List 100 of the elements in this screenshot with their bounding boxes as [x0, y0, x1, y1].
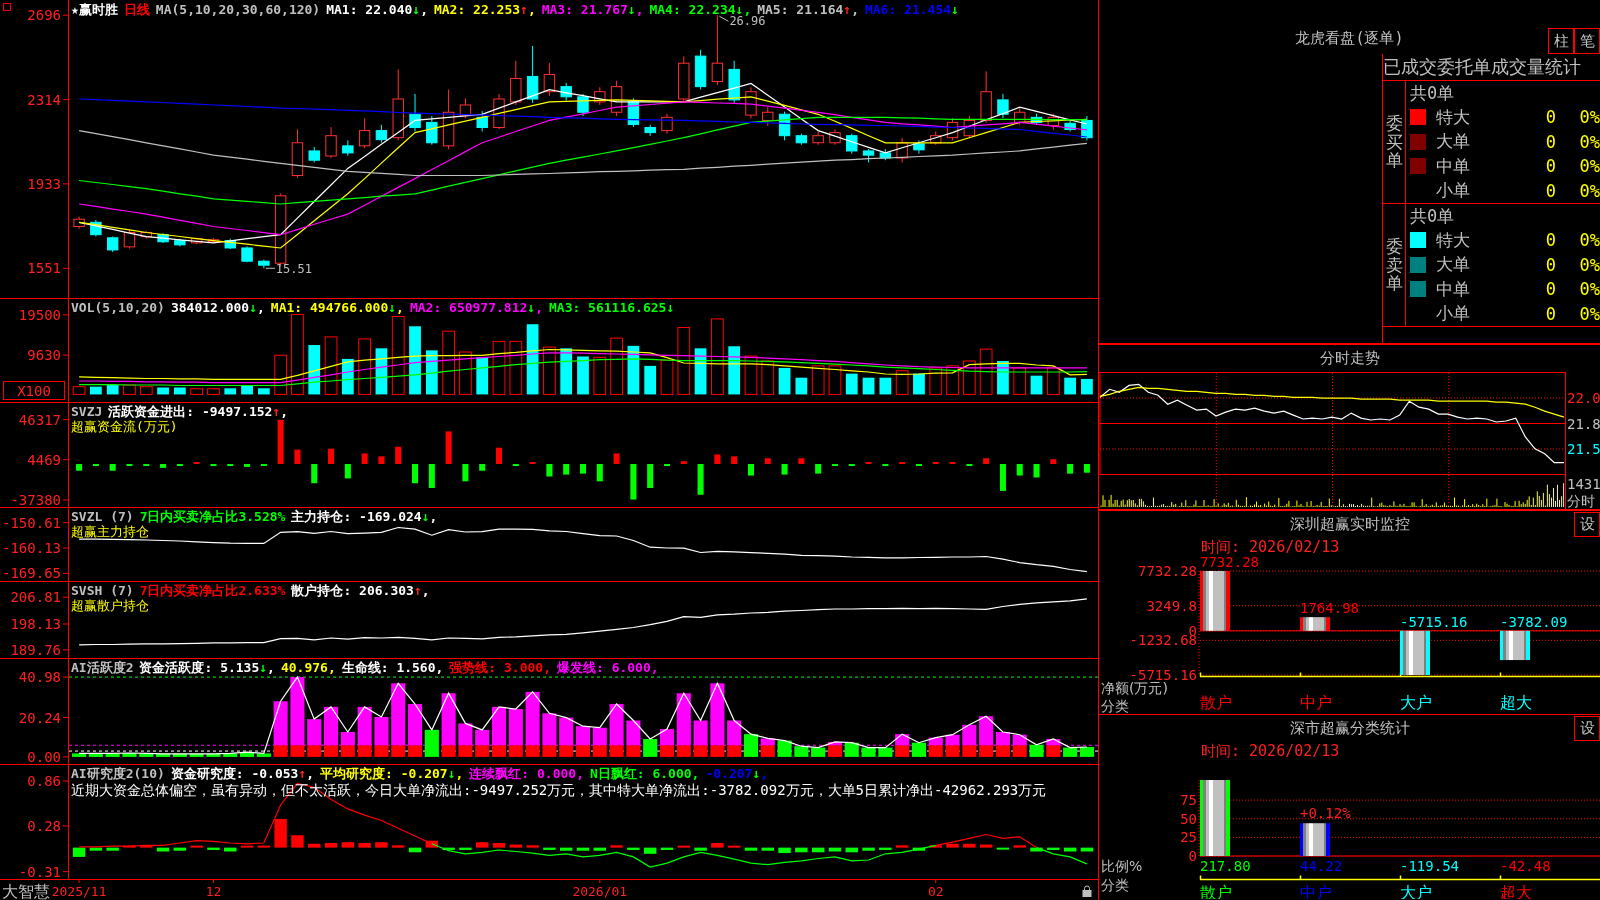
order-type: 特大: [1435, 105, 1471, 129]
volume-bar: [577, 356, 589, 395]
volume-label: 1431: [1567, 476, 1600, 492]
order-share: 0%: [1578, 180, 1600, 201]
indicator-label: 散户持仓: 206.303↑,: [291, 583, 430, 598]
research-bar: [912, 847, 926, 851]
axis-title: 比例%: [1101, 858, 1143, 874]
fund-flow-bar: [680, 461, 687, 465]
research-bar: [173, 847, 187, 851]
activity-bar: [1012, 734, 1027, 746]
research-bar: [610, 845, 623, 848]
candlestick: [560, 82, 572, 102]
candlestick: [1081, 115, 1093, 141]
fund-flow-bar: [126, 464, 133, 467]
volume-bar: [90, 386, 102, 395]
indicator-label: 7日内买卖净占比3.528%: [139, 509, 286, 524]
activity-bar: [1079, 747, 1094, 757]
candlestick: [224, 238, 236, 250]
volume-bar: [257, 388, 270, 395]
research-bar: [324, 843, 338, 848]
candlestick: [879, 148, 892, 161]
axis-label: 0.28: [27, 817, 61, 834]
candlestick: [1047, 113, 1060, 131]
table-title: 已成交委托单成交量统计: [1383, 56, 1581, 77]
volume-bar: [593, 356, 607, 395]
research-bar: [476, 842, 489, 848]
research-bar: [811, 847, 825, 853]
axis-label: 2314: [27, 91, 61, 108]
research-bar: [560, 847, 573, 851]
candlestick: [308, 146, 320, 163]
candlestick: [661, 113, 673, 135]
axis-label: -0.31: [18, 863, 61, 880]
volume-bar: [241, 385, 253, 395]
research-bar: [123, 845, 136, 848]
research-bar: [828, 847, 842, 852]
order-total: 共0单: [1410, 206, 1455, 226]
research-bar: [308, 843, 321, 848]
research-bar: [963, 843, 976, 848]
candlestick: [476, 110, 488, 132]
indicator-title: 超赢资金流(万元): [71, 419, 178, 434]
research-bar: [694, 847, 707, 851]
chart-annotation: +0.12%: [1300, 805, 1351, 822]
volume-bar: [224, 388, 237, 395]
fund-flow-bar: [596, 464, 603, 482]
activity-bar: [189, 753, 204, 757]
activity-bar: [861, 747, 876, 757]
volume-bar: [341, 358, 354, 395]
research-bar: [627, 847, 640, 850]
candlestick: [913, 139, 925, 155]
fund-flow-bar: [193, 462, 200, 465]
research-bar: [1063, 847, 1077, 852]
volume-bar: [139, 386, 153, 395]
candlestick: [778, 111, 791, 141]
indicator-label: 平均研究度: -0.207↓,: [320, 766, 464, 781]
research-bar: [140, 845, 153, 848]
time-label: 时间: 2026/02/13: [1201, 741, 1340, 761]
category-label: 中户: [1300, 693, 1332, 712]
activity-bar: [1063, 747, 1078, 757]
section-title: 分时走势: [1319, 349, 1380, 368]
indicator-label: 强势线: 3.000,: [449, 660, 551, 675]
research-bar: [358, 843, 371, 848]
category-bar: [1200, 571, 1230, 631]
volume-bar: [409, 326, 421, 395]
settings-button[interactable]: 设: [1574, 715, 1600, 741]
candlestick: [73, 216, 85, 230]
indicator-label: 主力持仓: -169.024↓,: [291, 509, 438, 524]
volume-bar: [560, 348, 573, 395]
indicator-label: MA1: 22.040↓,: [326, 2, 428, 17]
research-bar: [929, 845, 942, 848]
axis-label: 75: [1180, 792, 1197, 809]
candlestick: [980, 70, 992, 124]
axis-label: 46317: [18, 411, 61, 428]
axis-label: 0.00: [27, 748, 61, 765]
research-bar: [72, 847, 86, 857]
order-share: 0%: [1578, 254, 1600, 275]
volume-bar: [72, 386, 86, 395]
fund-flow-bar: [714, 454, 721, 465]
volume-bar: [610, 337, 623, 395]
fund-flow-bar: [663, 464, 670, 467]
volume-bar: [1030, 375, 1043, 395]
candlestick: [930, 131, 942, 146]
chart-annotation: -42.48: [1500, 858, 1551, 874]
axis-label: 40.98: [18, 669, 61, 686]
fund-flow-bar: [412, 464, 419, 484]
order-type: 大单: [1435, 253, 1471, 277]
settings-button[interactable]: 设: [1574, 511, 1600, 537]
research-bar: [392, 845, 405, 848]
volume-bar: [492, 340, 506, 395]
volume-bar: [190, 388, 204, 395]
fund-flow-bar: [882, 464, 889, 467]
volume-bar: [526, 324, 539, 395]
indicator-label: MA2: 650977.812↓,: [409, 300, 543, 315]
candlestick: [342, 139, 354, 157]
chart-mode-button[interactable]: 笔: [1574, 28, 1600, 54]
research-bar: [761, 847, 774, 851]
volume-bar: [308, 345, 321, 395]
chart-mode-button[interactable]: 柱: [1548, 28, 1574, 54]
volume-bar: [358, 338, 371, 395]
candlestick: [375, 124, 388, 144]
research-bar: [425, 840, 439, 848]
